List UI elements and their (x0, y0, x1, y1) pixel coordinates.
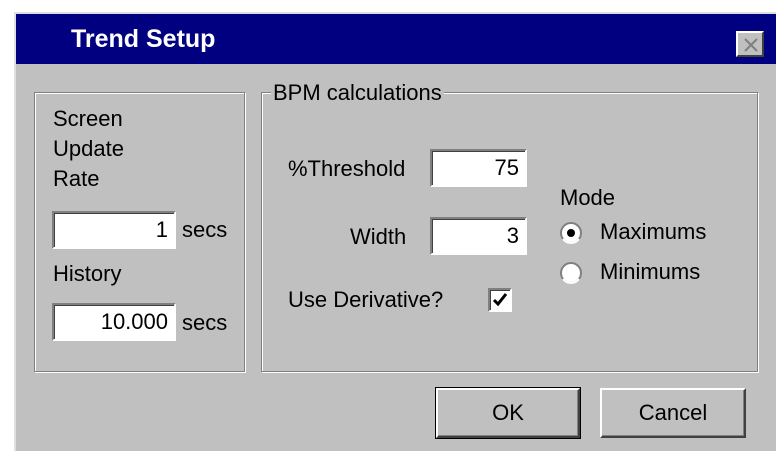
screen-update-label-line2: Update (53, 136, 124, 161)
trend-setup-dialog: Trend Setup Screen Update Rate 1 secs Hi… (14, 12, 776, 451)
close-button[interactable] (736, 31, 764, 57)
radio-unselected-icon[interactable] (559, 261, 583, 285)
screen-update-label-line1: Screen (53, 106, 123, 131)
cancel-button[interactable]: Cancel (600, 388, 746, 438)
window-title: Trend Setup (71, 25, 216, 53)
width-input[interactable]: 3 (430, 217, 527, 255)
bpm-calculations-group: BPM calculations %Threshold 75 Width 3 U… (261, 80, 758, 372)
threshold-input[interactable]: 75 (430, 149, 527, 187)
ok-button-label: OK (492, 400, 524, 425)
bpm-calculations-legend: BPM calculations (271, 80, 444, 106)
mode-option-label: Maximums (600, 219, 707, 244)
history-unit: secs (182, 310, 228, 335)
threshold-label: %Threshold (288, 156, 406, 181)
cancel-button-label: Cancel (638, 400, 708, 425)
title-bar[interactable]: Trend Setup (16, 14, 776, 64)
update-rate-group: Screen Update Rate 1 secs History 10.000… (34, 92, 245, 372)
width-label: Width (350, 224, 407, 249)
update-rate-unit: secs (182, 217, 228, 242)
checkmark-icon (492, 293, 508, 307)
ok-button[interactable]: OK (435, 387, 581, 439)
mode-option-label: Minimums (600, 259, 701, 284)
use-derivative-label: Use Derivative? (288, 287, 444, 312)
history-label: History (53, 261, 122, 286)
update-rate-input[interactable]: 1 (52, 211, 176, 249)
mode-label: Mode (560, 185, 616, 210)
screen-update-label-line3: Rate (53, 166, 100, 191)
radio-selected-icon[interactable] (559, 221, 583, 245)
history-input[interactable]: 10.000 (52, 303, 176, 341)
close-icon (744, 38, 758, 52)
use-derivative-checkbox[interactable] (488, 288, 512, 312)
